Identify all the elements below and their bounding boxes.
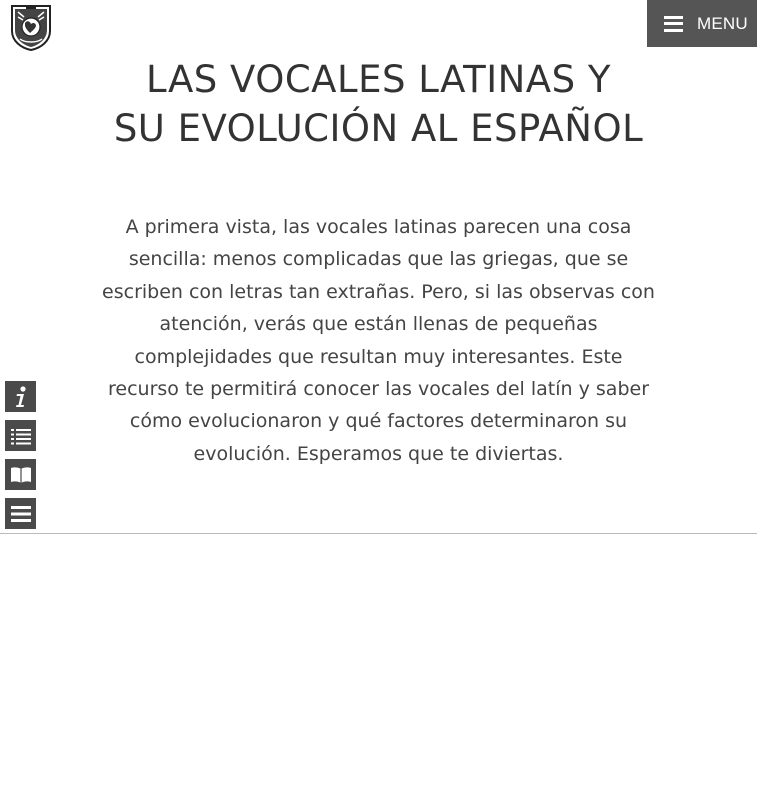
reading-button[interactable] (5, 459, 36, 490)
info-icon (15, 385, 26, 407)
menu-lines-icon (10, 505, 31, 522)
index-list-button[interactable] (5, 420, 36, 451)
menu-label: MENU (697, 13, 748, 33)
university-crest-logo[interactable] (8, 3, 54, 52)
menu-button[interactable]: MENU (647, 0, 757, 47)
page-title-line-2: SU EVOLUCIÓN AL ESPAÑOL (113, 107, 644, 150)
page-title-line-1: LAS VOCALES LATINAS Y (146, 58, 611, 101)
info-button[interactable] (5, 381, 36, 412)
university-crest-icon (11, 5, 51, 52)
book-icon (10, 466, 31, 483)
page-title: LAS VOCALES LATINAS Y SU EVOLUCIÓN AL ES… (60, 55, 697, 153)
sections-menu-button[interactable] (5, 498, 36, 529)
list-icon (10, 428, 31, 444)
intro-paragraph: A primera vista, las vocales latinas par… (102, 216, 655, 465)
side-toolbar (5, 381, 37, 537)
hamburger-icon (664, 15, 683, 32)
content-divider (0, 533, 757, 534)
